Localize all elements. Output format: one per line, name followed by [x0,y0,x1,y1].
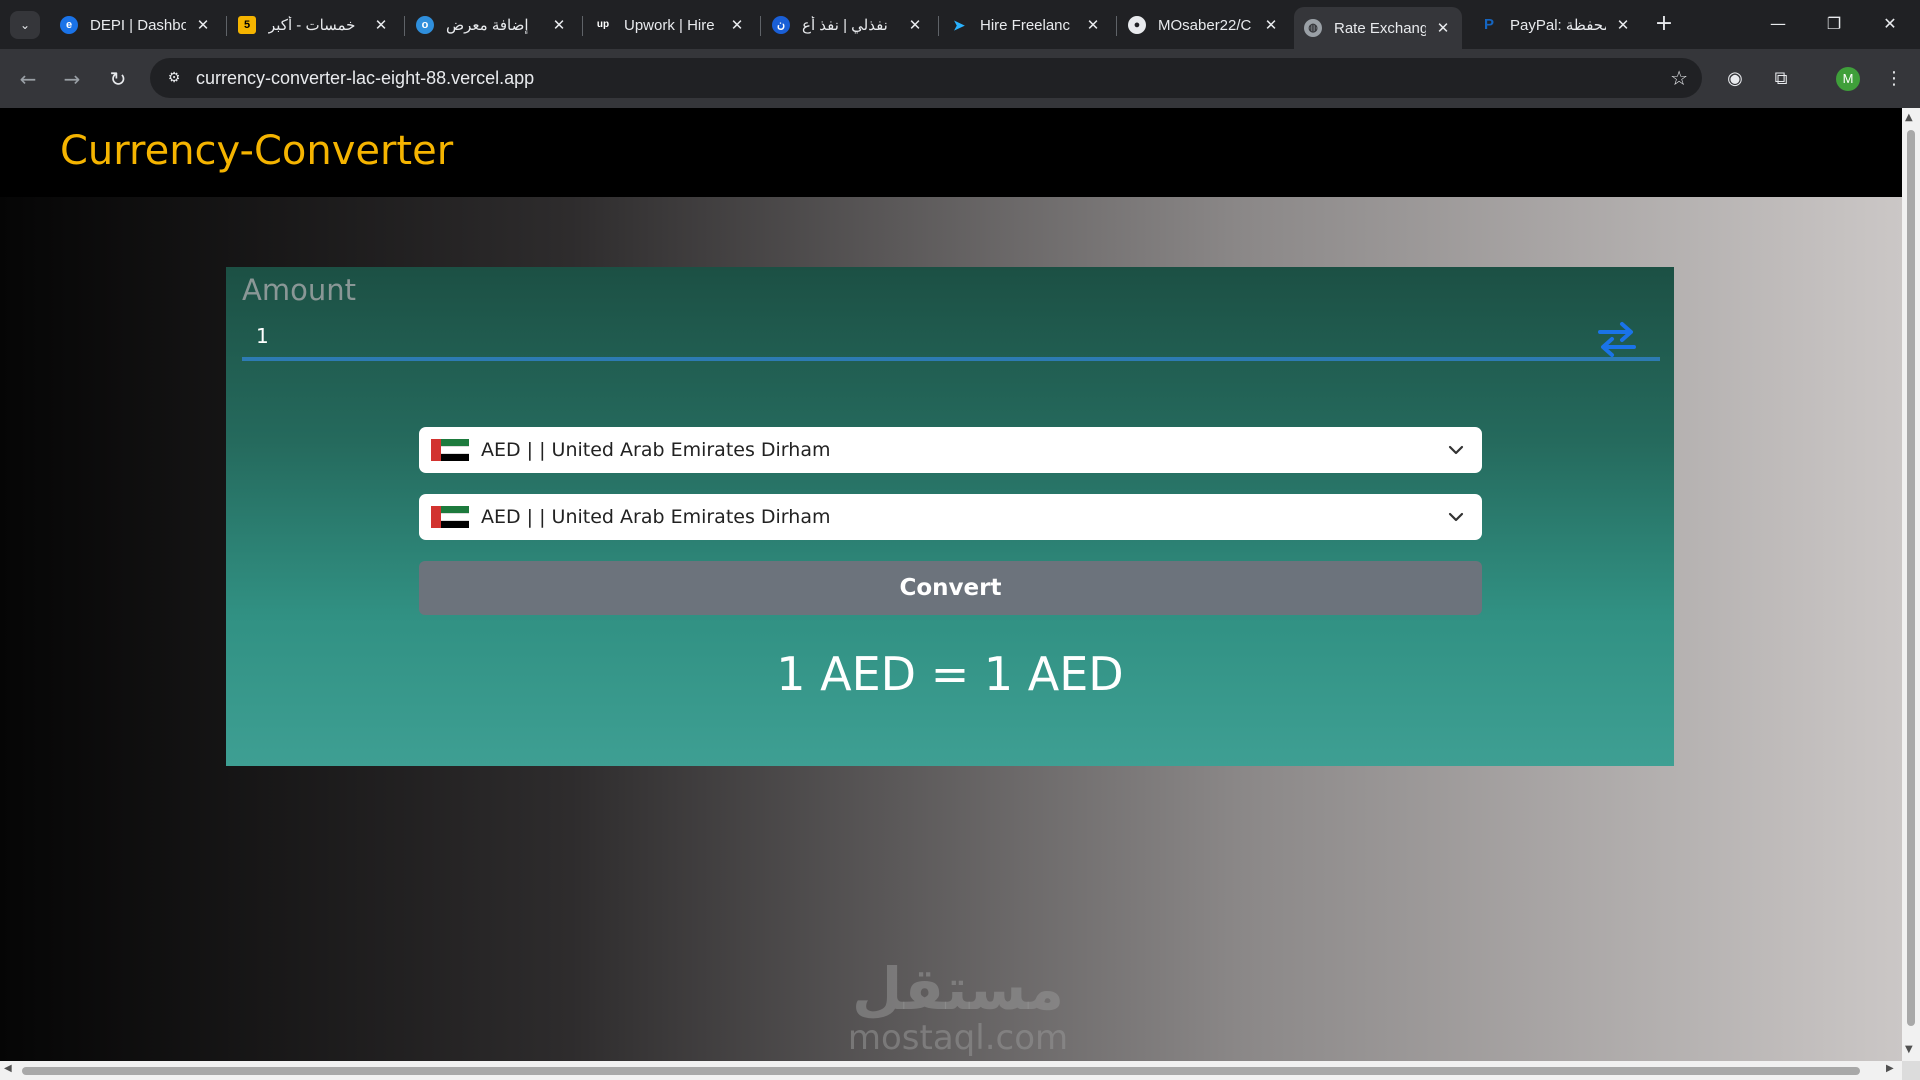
close-window-icon[interactable]: ✕ [1870,10,1910,38]
to-currency-value: AED | | United Arab Emirates Dirham [481,506,831,528]
chevron-down-icon [1448,512,1464,522]
globe-icon: ◍ [1304,19,1322,37]
browser-toolbar: ← → ↻ ⚙ currency-converter-lac-eight-88.… [0,49,1920,108]
uae-flag-icon [431,439,469,462]
tab-rate-exchange[interactable]: ◍ Rate Exchang ✕ [1294,7,1462,49]
site-info-icon[interactable]: ⚙ [162,66,186,90]
tab-github[interactable]: ● MOsaber22/C ✕ [1118,7,1290,43]
restore-icon[interactable]: ❐ [1814,10,1854,38]
tab-title: خمسات - أكبر [268,17,356,34]
tab-search-chevron-icon[interactable]: ⌄ [10,11,40,39]
tab-separator [938,16,939,36]
tab-khamsat[interactable]: 5 خمسات - أكبر ✕ [228,7,400,43]
app-brand[interactable]: Currency-Converter [60,128,453,174]
tab-upwork[interactable]: up Upwork | Hire ✕ [584,7,756,43]
tab-title: Rate Exchang [1334,19,1426,37]
tab-separator [1116,16,1117,36]
tab-separator [404,16,405,36]
scroll-left-arrow-icon[interactable]: ◀ [4,1063,12,1074]
minimize-icon[interactable]: — [1758,10,1798,38]
scroll-right-arrow-icon[interactable]: ▶ [1886,1063,1894,1074]
convert-button[interactable]: Convert [419,561,1482,615]
github-icon: ● [1128,16,1146,34]
watermark-arabic: مستقل [851,955,1065,1023]
scroll-down-arrow-icon[interactable]: ▼ [1905,1044,1913,1055]
close-icon[interactable]: ✕ [1084,16,1102,34]
tab-title: MOsaber22/C [1158,16,1252,34]
new-tab-button[interactable]: + [1651,12,1677,38]
tab-separator [582,16,583,36]
scrollbar-corner [1902,1061,1920,1080]
close-icon[interactable]: ✕ [194,16,212,34]
tab-title: Upwork | Hire [624,16,715,34]
tab-title: PayPal: محفظة [1510,17,1606,34]
depi-icon: e [60,16,78,34]
amount-input[interactable] [242,315,1660,361]
horizontal-scroll-thumb[interactable] [22,1067,1860,1075]
upwork-icon: up [594,16,612,34]
to-currency-select[interactable]: AED | | United Arab Emirates Dirham [419,494,1482,540]
forward-arrow-icon[interactable]: → [56,63,88,95]
close-icon[interactable]: ✕ [1434,19,1452,37]
watermark-latin: mostaql.com [847,1018,1069,1058]
close-icon[interactable]: ✕ [1262,16,1280,34]
converter-card: Amount AED | | United Arab Emirates Dirh… [226,267,1674,766]
app-header: Currency-Converter [0,108,1902,197]
mostaql-watermark: مستقل mostaql.com [838,958,1078,1056]
mostaql-icon: o [416,16,434,34]
hero-section: Amount AED | | United Arab Emirates Dirh… [0,197,1902,1061]
swap-arrows-icon[interactable] [1596,319,1638,359]
close-icon[interactable]: ✕ [1614,16,1632,34]
vertical-scrollbar[interactable]: ▲ ▼ [1902,108,1920,1061]
menu-kebab-icon[interactable]: ⋮ [1880,65,1908,93]
page-viewport: Currency-Converter Amount AED | | United… [0,108,1902,1061]
khamsat-icon: 5 [238,16,256,34]
scroll-up-arrow-icon[interactable]: ▲ [1905,112,1913,123]
uae-flag-icon [431,506,469,529]
tab-mostaql[interactable]: o إضافة معرض ✕ [406,7,578,43]
extensions-puzzle-icon[interactable]: ⧉ [1767,65,1795,93]
horizontal-scrollbar[interactable]: ◀ ▶ [0,1061,1902,1080]
url-text[interactable]: currency-converter-lac-eight-88.vercel.a… [196,58,534,98]
address-bar[interactable]: ⚙ currency-converter-lac-eight-88.vercel… [150,58,1702,98]
tab-freelancer[interactable]: ➤ Hire Freelanc ✕ [940,7,1112,43]
nafezly-icon: ن [772,16,790,34]
tab-separator [760,16,761,36]
bookmark-star-icon[interactable]: ☆ [1670,66,1688,90]
tab-separator [226,16,227,36]
vertical-scroll-thumb[interactable] [1907,130,1915,1026]
chevron-down-icon [1448,445,1464,455]
from-currency-value: AED | | United Arab Emirates Dirham [481,439,831,461]
close-icon[interactable]: ✕ [372,16,390,34]
back-arrow-icon[interactable]: ← [12,63,44,95]
extension-circle-icon[interactable]: ◉ [1721,65,1749,93]
close-icon[interactable]: ✕ [550,16,568,34]
tab-depi[interactable]: e DEPI | Dashbo ✕ [50,7,222,43]
tab-title: إضافة معرض [446,17,529,34]
reload-icon[interactable]: ↻ [102,63,134,95]
amount-label: Amount [242,273,356,307]
profile-avatar[interactable]: M [1836,67,1860,91]
close-icon[interactable]: ✕ [906,16,924,34]
tab-title: DEPI | Dashbo [90,16,186,34]
close-icon[interactable]: ✕ [728,16,746,34]
from-currency-select[interactable]: AED | | United Arab Emirates Dirham [419,427,1482,473]
paypal-icon: P [1483,16,1494,33]
conversion-result: 1 AED = 1 AED [776,647,1124,701]
freelancer-icon: ➤ [953,17,965,33]
tab-title: Hire Freelanc [980,16,1071,34]
tab-strip: ⌄ e DEPI | Dashbo ✕ 5 خمسات - أكبر ✕ o إ… [0,0,1920,49]
tab-paypal[interactable]: P PayPal: محفظة ✕ [1470,7,1642,43]
tab-title: نفذلي | نفذ أع [802,17,888,34]
tab-nafezly[interactable]: ن نفذلي | نفذ أع ✕ [762,7,934,43]
